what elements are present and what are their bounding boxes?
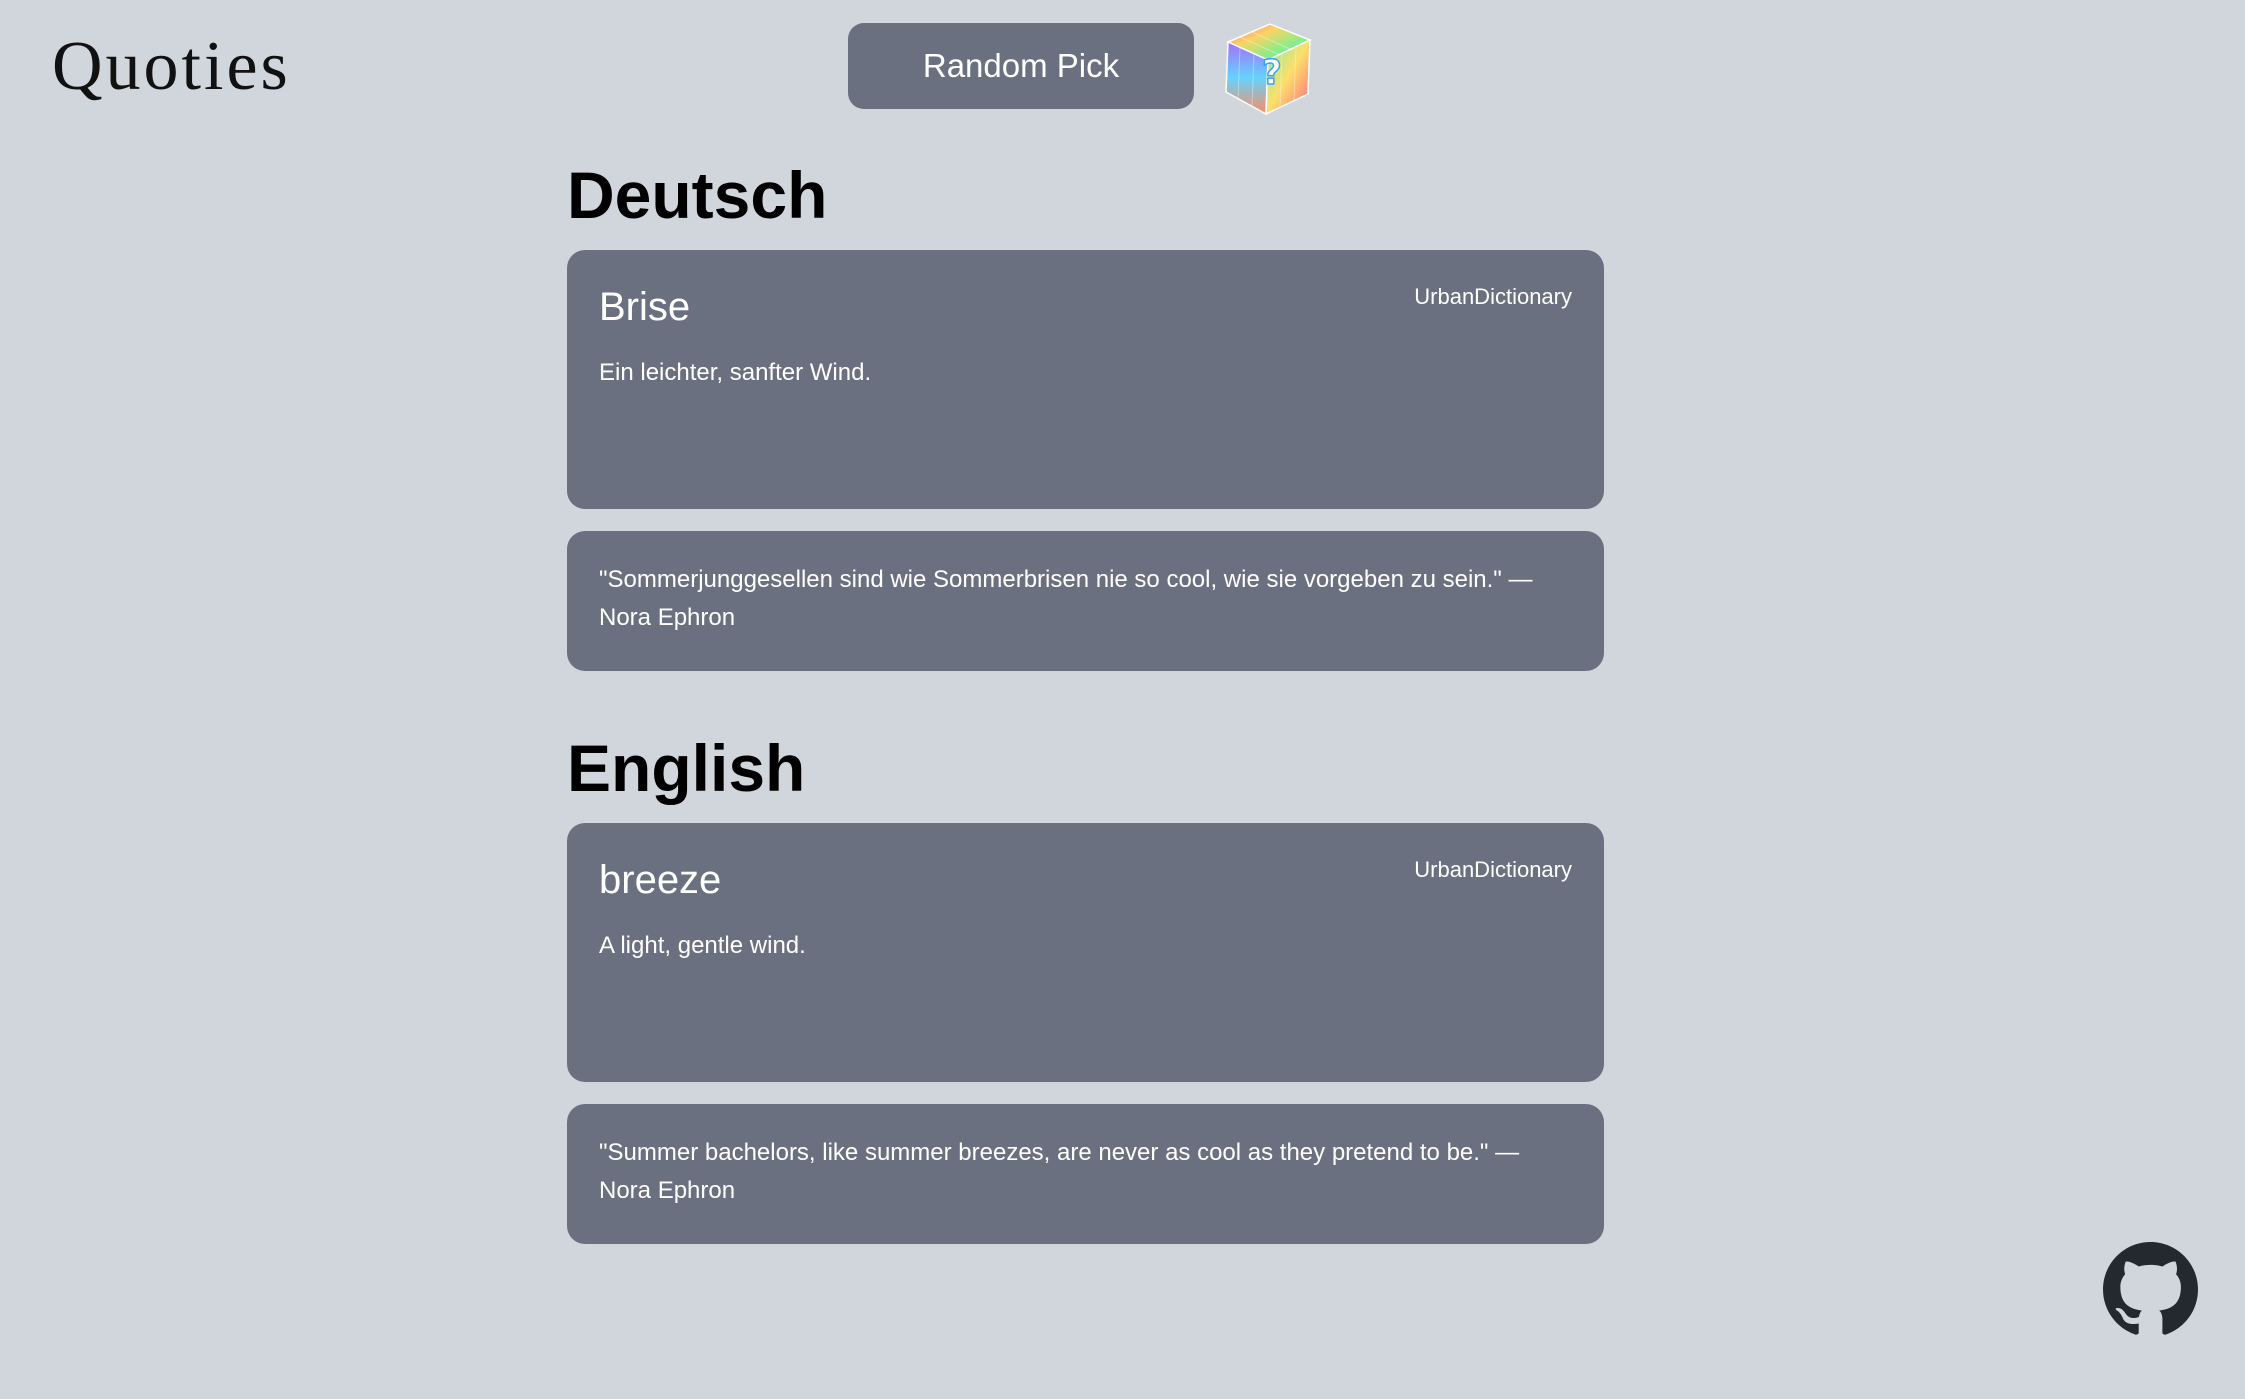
word-card: Brise UrbanDictionary Ein leichter, sanf… bbox=[567, 250, 1604, 509]
section-english: English breeze UrbanDictionary A light, … bbox=[567, 723, 1604, 1244]
source-link[interactable]: UrbanDictionary bbox=[1414, 857, 1572, 883]
word-card: breeze UrbanDictionary A light, gentle w… bbox=[567, 823, 1604, 1082]
section-heading: Deutsch bbox=[567, 158, 828, 232]
source-link[interactable]: UrbanDictionary bbox=[1414, 284, 1572, 310]
random-pick-button[interactable]: Random Pick bbox=[848, 23, 1194, 109]
quote-card: "Summer bachelors, like summer breezes, … bbox=[567, 1104, 1604, 1244]
svg-text:?: ? bbox=[1262, 53, 1282, 93]
word-definition: A light, gentle wind. bbox=[599, 932, 806, 959]
rainbow-question-cube-icon[interactable]: ? bbox=[1222, 20, 1314, 118]
github-icon[interactable] bbox=[2103, 1242, 2198, 1337]
word-definition: Ein leichter, sanfter Wind. bbox=[599, 359, 872, 386]
section-deutsch: Deutsch Brise UrbanDictionary Ein leicht… bbox=[567, 150, 1604, 671]
main-content: Deutsch Brise UrbanDictionary Ein leicht… bbox=[567, 150, 1604, 1296]
quote-card: "Sommerjunggesellen sind wie Sommerbrise… bbox=[567, 531, 1604, 671]
page: Quoties Random Pick ? Deutsch Brise Urba… bbox=[0, 0, 2245, 1399]
section-heading: English bbox=[567, 731, 806, 805]
app-logo[interactable]: Quoties bbox=[52, 22, 291, 112]
